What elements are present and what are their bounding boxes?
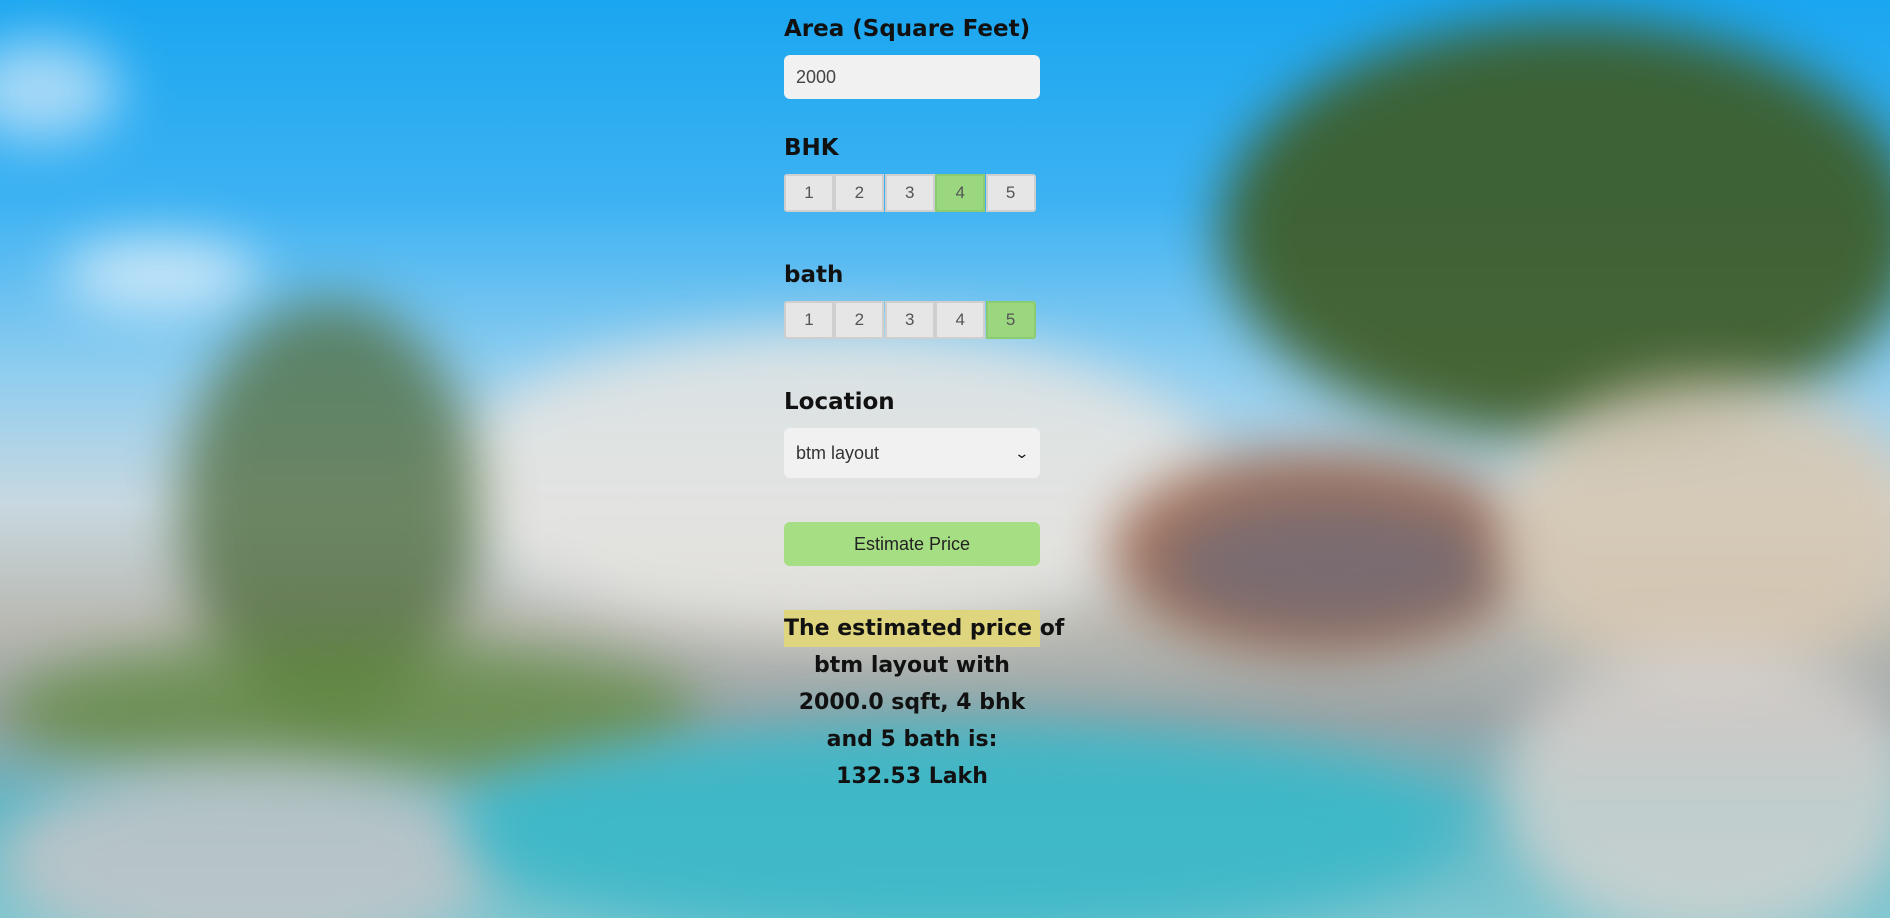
- result-text: btm layout with 2000.0 sqft, 4 bhk and 5…: [798, 653, 1026, 789]
- bhk-switch: 1 2 3 4 5: [784, 174, 1036, 212]
- bhk-option-4[interactable]: 4: [935, 174, 986, 212]
- estimated-price-result: The estimated price of btm layout with 2…: [784, 610, 1064, 795]
- location-label: Location: [784, 389, 895, 415]
- bath-switch: 1 2 3 4 5: [784, 301, 1036, 339]
- estimate-price-button[interactable]: Estimate Price: [784, 522, 1040, 566]
- location-select[interactable]: btm layout ⌄: [784, 428, 1040, 478]
- bhk-option-1[interactable]: 1: [784, 174, 834, 212]
- price-form: Area (Square Feet) BHK 1 2 3 4 5 bath 1 …: [784, 16, 1064, 795]
- result-highlight-line: The estimated price of: [784, 610, 1064, 647]
- bhk-option-5[interactable]: 5: [985, 174, 1036, 212]
- location-selected-value: btm layout: [796, 442, 880, 463]
- bath-option-4[interactable]: 4: [935, 301, 986, 339]
- chevron-down-icon: ⌄: [1014, 444, 1030, 461]
- bhk-option-3[interactable]: 3: [884, 174, 935, 212]
- bhk-label: BHK: [784, 135, 839, 161]
- area-input[interactable]: [784, 55, 1040, 99]
- bhk-option-2[interactable]: 2: [834, 174, 885, 212]
- bath-option-2[interactable]: 2: [834, 301, 885, 339]
- bath-option-5[interactable]: 5: [985, 301, 1036, 339]
- bath-option-3[interactable]: 3: [884, 301, 935, 339]
- bath-label: bath: [784, 262, 844, 288]
- bath-option-1[interactable]: 1: [784, 301, 834, 339]
- area-label: Area (Square Feet): [784, 16, 1031, 42]
